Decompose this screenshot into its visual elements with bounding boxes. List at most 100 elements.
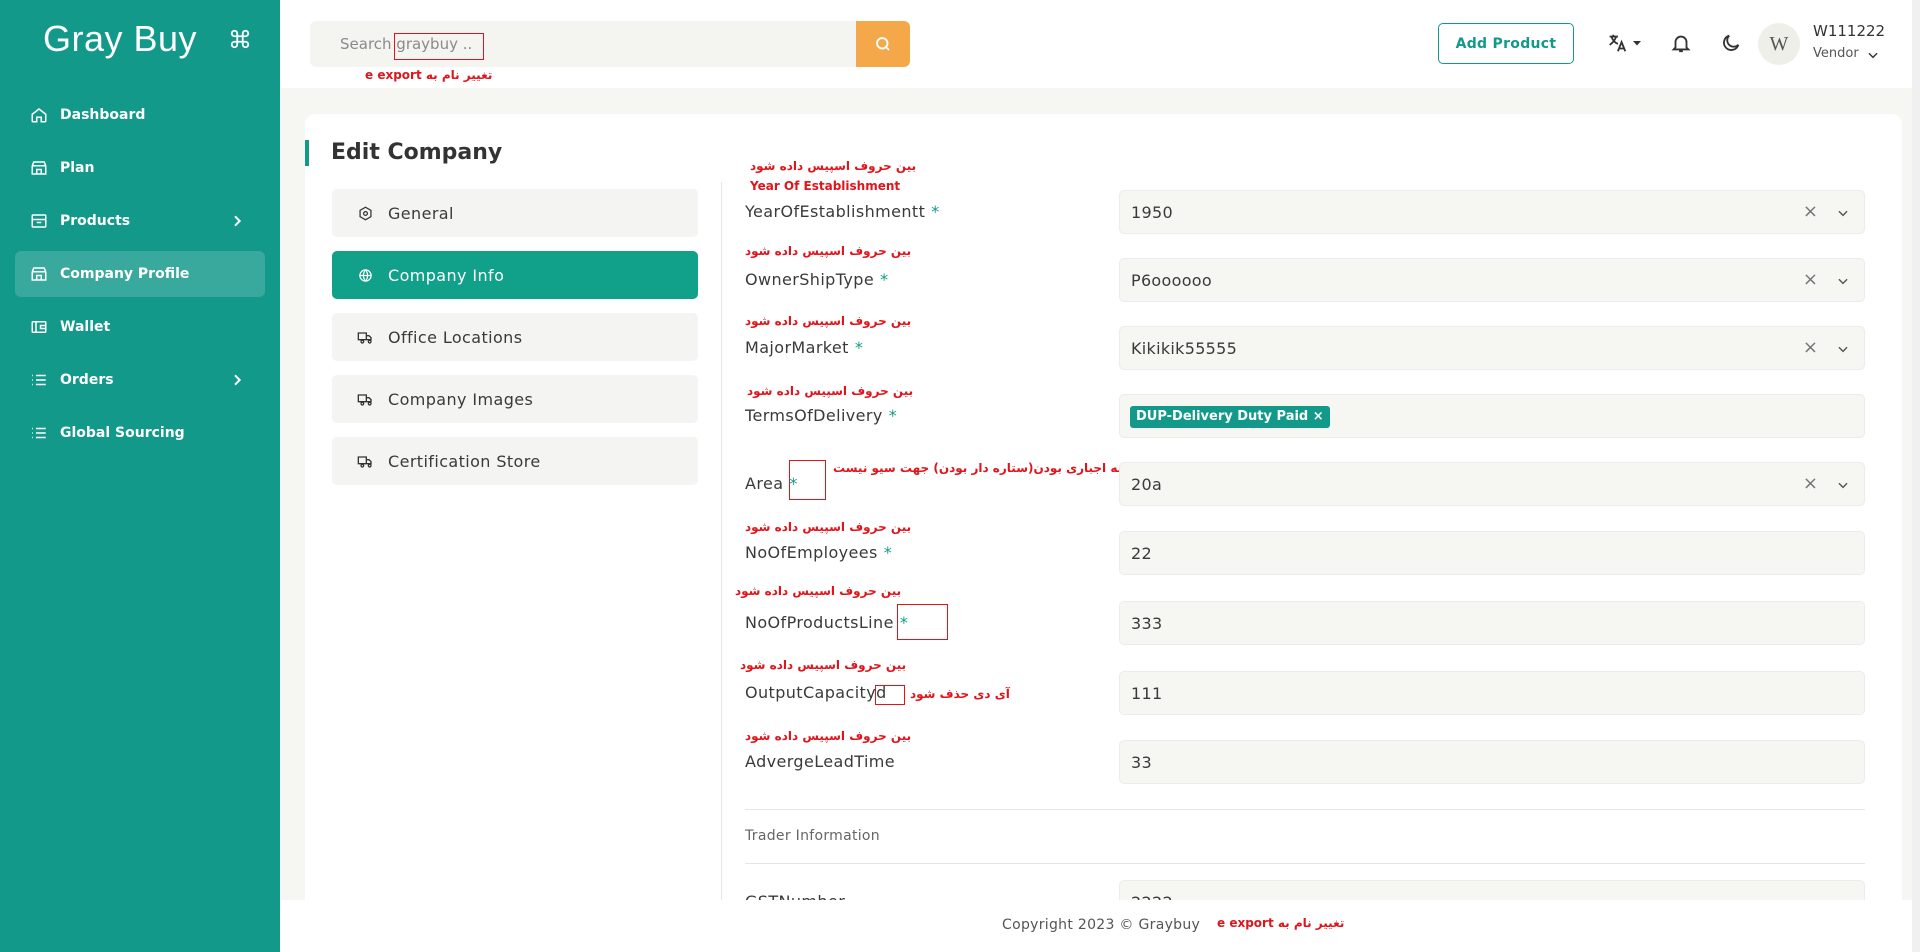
field-row-year-of-establishment: YearOfEstablishmentt * 1950 × [745, 190, 1865, 234]
truck-icon [357, 453, 373, 469]
home-icon [30, 106, 48, 124]
tab-label: General [388, 203, 454, 223]
clear-icon[interactable]: × [1803, 473, 1818, 494]
field-label: AdvergeLeadTime [745, 752, 896, 771]
field-label: NoOfEmployees * [745, 543, 893, 562]
chevron-right-icon[interactable] [229, 372, 245, 388]
field-row-output-capacity: OutputCapacityd 111 [745, 671, 1865, 715]
wallet-icon [30, 318, 48, 336]
scrollbar[interactable] [1912, 0, 1920, 952]
tab-label: Company Info [388, 265, 505, 285]
caret-down-icon[interactable] [1631, 37, 1643, 49]
area-select[interactable]: 20a × [1119, 462, 1865, 506]
major-market-select[interactable]: Kikikik55555 × [1119, 326, 1865, 370]
brand-logo[interactable]: Gray Buy [43, 18, 197, 60]
tab-company-info[interactable]: Company Info [332, 251, 698, 299]
moon-icon[interactable] [1720, 32, 1742, 54]
annotation-box [394, 33, 484, 60]
store-icon [30, 265, 48, 283]
annotation-note: بین حروف اسپیس داده شود [745, 244, 912, 258]
field-label: TermsOfDelivery * [745, 406, 898, 425]
chevron-right-icon[interactable] [229, 213, 245, 229]
command-icon[interactable] [229, 28, 251, 50]
field-value: 111 [1131, 684, 1163, 703]
edit-company-card: Edit Company General Company Info Office… [305, 114, 1902, 952]
add-product-button[interactable]: Add Product [1438, 23, 1574, 64]
search-icon [876, 37, 890, 51]
list-icon [30, 371, 48, 389]
terms-of-delivery-multiselect[interactable]: DUP-Delivery Duty Paid × [1119, 394, 1865, 438]
sidebar-item-label: Company Profile [60, 266, 190, 282]
copyright-text: Copyright 2023 © Graybuy [1002, 917, 1201, 933]
divider [745, 863, 1865, 864]
divider [745, 809, 1865, 810]
sidebar-item-wallet[interactable]: Wallet [15, 304, 265, 350]
user-role: Vendor [1813, 46, 1859, 61]
field-row-major-market: MajorMarket * Kikikik55555 × [745, 326, 1865, 370]
field-value: 20a [1131, 475, 1163, 494]
store-icon [30, 159, 48, 177]
field-label: NoOfProductsLine * [745, 613, 909, 632]
sidebar-item-dashboard[interactable]: Dashboard [15, 92, 265, 138]
chevron-down-icon[interactable] [1836, 274, 1850, 288]
page-title: Edit Company [305, 140, 502, 166]
field-value: 1950 [1131, 203, 1173, 222]
truck-icon [357, 329, 373, 345]
chevron-down-icon[interactable] [1836, 478, 1850, 492]
average-lead-time-input[interactable]: 33 [1119, 740, 1865, 784]
no-of-employees-input[interactable]: 22 [1119, 531, 1865, 575]
chevron-down-icon[interactable] [1836, 342, 1850, 356]
search-input[interactable]: Search graybuy .. [310, 21, 860, 67]
chevron-down-icon[interactable] [1836, 206, 1850, 220]
field-value: Kikikik55555 [1131, 339, 1238, 358]
tab-certification-store[interactable]: Certification Store [332, 437, 698, 485]
sidebar-item-label: Orders [60, 372, 114, 388]
sidebar-item-global-sourcing[interactable]: Global Sourcing [15, 410, 265, 456]
sidebar-item-orders[interactable]: Orders [15, 357, 265, 403]
clear-icon[interactable]: × [1803, 269, 1818, 290]
tab-label: Company Images [388, 389, 534, 409]
clear-icon[interactable]: × [1803, 201, 1818, 222]
field-label: OwnerShipType * [745, 270, 889, 289]
tab-label: Certification Store [388, 451, 541, 471]
gear-icon [357, 205, 373, 221]
field-label: YearOfEstablishmentt * [745, 202, 940, 221]
field-row-no-of-employees: NoOfEmployees * 22 [745, 531, 1865, 575]
search-button[interactable] [856, 21, 910, 67]
field-row-terms-of-delivery: TermsOfDelivery * DUP-Delivery Duty Paid … [745, 394, 1865, 438]
field-value: 333 [1131, 614, 1163, 633]
section-title-trader-information: Trader Information [745, 828, 880, 844]
field-row-no-of-products-line: NoOfProductsLine * 333 [745, 601, 1865, 645]
annotation-note: بین حروف اسپیس داده شود [740, 658, 907, 672]
translate-icon[interactable] [1606, 32, 1628, 54]
sidebar-item-label: Global Sourcing [60, 425, 185, 441]
sidebar-nav: Dashboard Plan Products Company Profile … [15, 92, 265, 463]
sidebar-item-label: Wallet [60, 319, 111, 335]
sidebar-item-products[interactable]: Products [15, 198, 265, 244]
bell-icon[interactable] [1670, 32, 1692, 54]
annotation-note: بین حروف اسپیس داده شود [750, 159, 917, 173]
avatar[interactable]: W [1758, 23, 1800, 65]
clear-icon[interactable]: × [1803, 337, 1818, 358]
output-capacity-input[interactable]: 111 [1119, 671, 1865, 715]
ownership-type-select[interactable]: P6oooooo × [1119, 258, 1865, 302]
sidebar-item-company-profile[interactable]: Company Profile [15, 251, 265, 297]
field-row-area: Area * 20a × [745, 462, 1865, 506]
field-value: 33 [1131, 753, 1152, 772]
field-label: OutputCapacityd [745, 683, 887, 702]
tab-list: General Company Info Office Locations Co… [332, 189, 698, 499]
selected-chip[interactable]: DUP-Delivery Duty Paid × [1130, 406, 1330, 428]
tab-company-images[interactable]: Company Images [332, 375, 698, 423]
no-of-products-line-input[interactable]: 333 [1119, 601, 1865, 645]
sidebar-item-plan[interactable]: Plan [15, 145, 265, 191]
chevron-down-icon[interactable] [1866, 48, 1880, 62]
user-name[interactable]: W111222 [1813, 22, 1885, 40]
year-of-establishment-select[interactable]: 1950 × [1119, 190, 1865, 234]
field-label: MajorMarket * [745, 338, 864, 357]
field-row-ownership-type: OwnerShipType * P6oooooo × [745, 258, 1865, 302]
sidebar-item-label: Plan [60, 160, 95, 176]
tab-general[interactable]: General [332, 189, 698, 237]
tab-office-locations[interactable]: Office Locations [332, 313, 698, 361]
annotation-note: تغییر نام به e export [1217, 916, 1345, 930]
header: Search graybuy .. تغییر نام به e export … [280, 0, 1920, 88]
